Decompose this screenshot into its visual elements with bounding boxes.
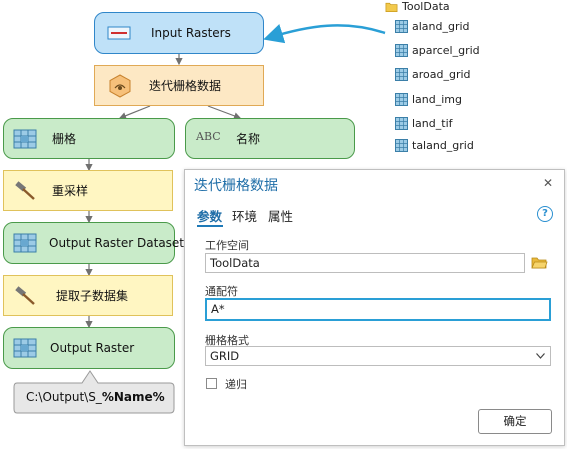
raster-grid-icon [13, 129, 37, 148]
tree-item-land-img[interactable]: land_img [395, 93, 462, 106]
output-raster-dataset-label: Output Raster Dataset [49, 236, 185, 250]
tab-active-indicator [197, 225, 223, 227]
output-raster-node[interactable]: Output Raster [3, 327, 175, 369]
tree-item-taland-grid[interactable]: taland_grid [395, 139, 474, 152]
hammer-icon [15, 180, 35, 200]
resample-tool-node[interactable]: 重采样 [3, 170, 173, 211]
input-rasters-node[interactable]: Input Rasters [94, 12, 264, 54]
tree-item-label: land_img [412, 93, 463, 106]
workspace-label: 工作空间 [205, 239, 249, 252]
iterate-rasters-dialog: 迭代栅格数据 ✕ 参数 环境 属性 ? 工作空间 ToolData 通配符 A*… [184, 169, 565, 446]
raster-grid-icon [13, 233, 37, 253]
name-variable-node[interactable]: ABC 名称 [185, 118, 355, 159]
tab-properties[interactable]: 属性 [268, 206, 293, 225]
workspace-input[interactable]: ToolData [205, 253, 525, 273]
output-raster-label: Output Raster [50, 341, 135, 355]
help-icon[interactable]: ? [537, 206, 553, 222]
tree-item-label: aroad_grid [412, 68, 471, 81]
raster-grid-icon [395, 93, 408, 106]
raster-grid-icon [13, 338, 37, 358]
tree-item-aparcel-grid[interactable]: aparcel_grid [395, 44, 480, 57]
recursive-label: 递归 [225, 378, 247, 391]
iterate-rasters-label: 迭代栅格数据 [149, 79, 222, 93]
raster-label: 栅格 [52, 132, 77, 146]
dialog-title: 迭代栅格数据 [194, 178, 278, 194]
name-variable-label: 名称 [236, 132, 261, 146]
tree-item-land-tif[interactable]: land_tif [395, 117, 453, 130]
arrow-data-to-input [263, 24, 386, 44]
iterate-rasters-node[interactable]: 迭代栅格数据 [94, 65, 264, 106]
tree-item-label: land_tif [412, 117, 453, 130]
close-icon[interactable]: ✕ [543, 176, 553, 190]
tree-item-aland-grid[interactable]: aland_grid [395, 20, 470, 33]
output-path-callout: C:\Output\S_%Name% [26, 390, 165, 404]
folder-browse-icon[interactable] [531, 255, 548, 270]
tree-item-label: aland_grid [412, 20, 470, 33]
wildcard-input[interactable]: A* [205, 298, 551, 321]
raster-grid-icon [395, 44, 408, 57]
tab-environments[interactable]: 环境 [232, 206, 257, 225]
raster-grid-icon [395, 20, 408, 33]
hammer-icon [15, 285, 35, 305]
connector-iterate-raster [118, 105, 151, 120]
folder-icon [385, 2, 398, 12]
raster-format-value: GRID [210, 349, 240, 363]
chevron-down-icon [536, 353, 545, 359]
tree-item-label: taland_grid [412, 139, 474, 152]
resample-label: 重采样 [52, 184, 89, 198]
raster-format-select[interactable]: GRID [205, 346, 551, 366]
input-rasters-label: Input Rasters [151, 26, 231, 40]
extract-subdataset-label: 提取子数据集 [56, 289, 129, 303]
abc-text-icon: ABC [196, 130, 221, 143]
tree-folder-tooldata[interactable]: ToolData [385, 0, 450, 13]
extract-subdataset-tool-node[interactable]: 提取子数据集 [3, 275, 173, 316]
iterator-hexagon-icon [109, 73, 131, 98]
output-raster-dataset-node[interactable]: Output Raster Dataset [3, 222, 184, 264]
connector-iterate-name [207, 105, 242, 120]
tab-parameters[interactable]: 参数 [197, 206, 222, 225]
callout-path-prefix: C:\Output\S_ [26, 390, 102, 404]
tree-item-label: aparcel_grid [412, 44, 480, 57]
wildcard-label: 通配符 [205, 285, 238, 298]
raster-grid-icon [395, 68, 408, 81]
raster-grid-icon [395, 139, 408, 152]
raster-grid-icon [395, 117, 408, 130]
recursive-checkbox[interactable] [206, 378, 217, 389]
raster-node[interactable]: 栅格 [3, 118, 175, 159]
tree-folder-label: ToolData [402, 0, 450, 13]
callout-name-variable: %Name% [101, 390, 165, 404]
variable-icon [107, 26, 131, 40]
tree-item-aroad-grid[interactable]: aroad_grid [395, 68, 471, 81]
ok-button[interactable]: 确定 [478, 409, 552, 434]
